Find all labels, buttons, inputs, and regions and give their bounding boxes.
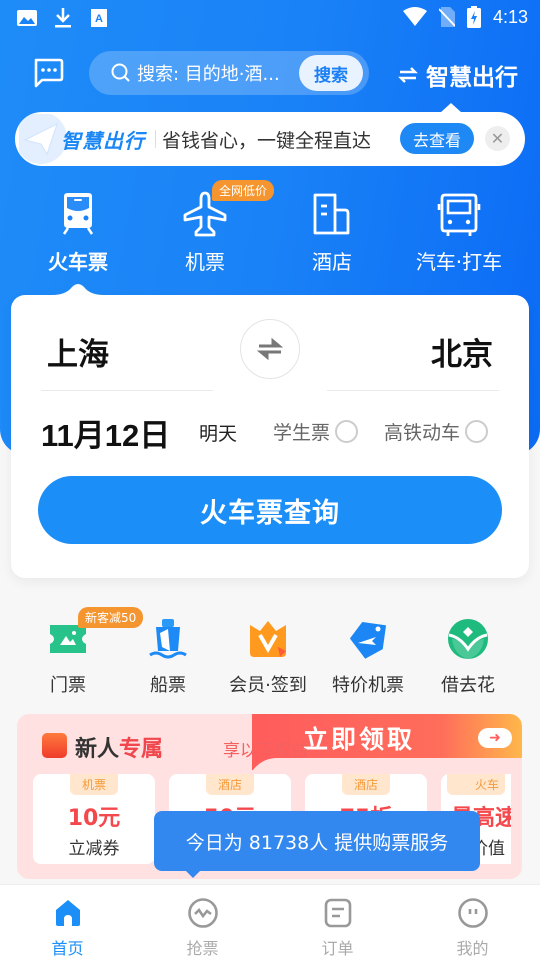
banner-brand: 智慧出行 [61, 129, 145, 153]
service-label: 门票 [50, 675, 86, 696]
active-tab-indicator [52, 284, 104, 295]
search-icon [111, 63, 130, 82]
hotel-icon [313, 193, 350, 235]
tab-bus-taxi[interactable]: 汽车·打车 [399, 180, 519, 275]
nav-home[interactable]: 首页 [0, 897, 135, 959]
smart-travel-banner[interactable]: 智慧出行 省钱省心，一键全程直达 去查看 ✕ [15, 112, 525, 166]
nav-grab-tickets[interactable]: 抢票 [135, 897, 270, 959]
tab-label: 机票 [185, 250, 225, 274]
banner-text: 省钱省心，一键全程直达 [162, 130, 372, 152]
nav-label: 首页 [51, 939, 84, 958]
search-input[interactable]: 搜索: 目的地·酒... 搜索 [89, 51, 369, 95]
coupon-tag: 酒店 [205, 774, 254, 795]
nav-label: 订单 [321, 939, 354, 958]
ship-icon [149, 619, 187, 659]
nav-profile[interactable]: 我的 [405, 897, 540, 959]
banner-view-button[interactable]: 去查看 [400, 123, 474, 154]
vip-crown-icon [250, 621, 286, 657]
search-button[interactable]: 搜索 [299, 55, 363, 91]
status-bar: A 4:13 [0, 0, 540, 36]
top-bar: 搜索: 目的地·酒... 搜索 智慧出行 [0, 50, 540, 96]
clock: 4:13 [492, 6, 528, 27]
font-icon: A [91, 9, 107, 27]
svg-text:A: A [95, 13, 103, 25]
student-ticket-radio[interactable] [335, 420, 359, 443]
tab-train[interactable]: 火车票 [18, 180, 138, 275]
coupon-desc: 立减券 [68, 839, 120, 859]
coupon-tag: 机票 [69, 774, 118, 795]
high-speed-radio[interactable] [465, 420, 489, 443]
battery-charging-icon [466, 6, 481, 28]
swap-icon [257, 338, 283, 360]
order-icon [324, 898, 351, 928]
train-icon [62, 193, 94, 235]
download-icon [55, 8, 71, 28]
service-label: 会员·签到 [229, 675, 307, 696]
service-ship[interactable]: 船票 [116, 605, 220, 697]
promo-title-highlight: 专属 [119, 737, 164, 762]
sprout-icon [448, 619, 488, 659]
tab-label: 酒店 [312, 250, 352, 274]
service-vip-checkin[interactable]: 会员·签到 [216, 605, 320, 697]
bus-icon [437, 193, 481, 236]
close-icon[interactable]: ✕ [485, 126, 510, 151]
low-price-badge: 全网低价 [212, 180, 275, 201]
student-ticket-option[interactable]: 学生票 [273, 418, 359, 445]
bottom-nav: 首页 抢票 订单 我的 [0, 884, 540, 960]
service-label: 借去花 [441, 675, 495, 696]
image-icon [17, 10, 37, 26]
from-underline [41, 390, 213, 391]
nav-label: 我的 [456, 939, 489, 958]
tab-hotel[interactable]: 酒店 [272, 180, 392, 275]
tab-label: 汽车·打车 [415, 250, 503, 274]
train-search-card: 上海 北京 11月12日 明天 学生票 高铁动车 火车票查询 [11, 295, 529, 578]
departure-date[interactable]: 11月12日 [41, 410, 170, 455]
arrow-right-icon[interactable]: ➜ [478, 728, 512, 748]
red-envelope-icon [42, 733, 67, 758]
option-label: 高铁动车 [384, 422, 461, 444]
claim-now-label[interactable]: 立即领取 [303, 720, 415, 756]
high-speed-option[interactable]: 高铁动车 [384, 418, 489, 445]
swap-cities-button[interactable] [240, 319, 300, 379]
nav-label: 抢票 [186, 939, 219, 958]
banner-divider [155, 130, 156, 148]
coupon-tag: 火车 [446, 774, 505, 795]
promo-subtitle: 享以下权益 [223, 741, 308, 761]
service-label: 船票 [150, 675, 186, 696]
swap-arrows-icon [398, 67, 418, 83]
to-city[interactable]: 北京 [431, 329, 493, 374]
coupon-card[interactable]: 机票 10元 立减券 [33, 774, 155, 864]
service-count-tooltip: 今日为 81738人 提供购票服务 [154, 811, 480, 871]
no-sim-icon [438, 7, 455, 27]
service-label: 特价机票 [332, 675, 404, 696]
flight-tag-icon [349, 622, 387, 659]
tab-label: 火车票 [48, 250, 108, 274]
category-tabs: 火车票 机票 全网低价 酒店 汽车·打车 [0, 180, 540, 290]
promo-title-main: 新人 [75, 737, 120, 762]
profile-icon [457, 898, 488, 928]
smart-travel-link[interactable]: 智慧出行 [398, 58, 518, 92]
to-underline [327, 390, 499, 391]
date-relative-label: 明天 [199, 423, 238, 445]
pulse-icon [187, 898, 218, 928]
promo-title: 新人专属 [75, 731, 163, 763]
option-label: 学生票 [273, 422, 331, 444]
message-icon[interactable] [32, 58, 64, 88]
coupon-tag: 酒店 [341, 774, 390, 795]
tooltip-tail [185, 870, 201, 878]
search-placeholder: 搜索: 目的地·酒... [137, 64, 280, 85]
coupon-amount: 10元 [67, 806, 121, 831]
service-cheap-flights[interactable]: 特价机票 [316, 605, 420, 697]
home-icon [55, 900, 80, 926]
smart-travel-label: 智慧出行 [426, 65, 518, 91]
from-city[interactable]: 上海 [47, 329, 109, 374]
service-grid: 门票 新客减50 船票 会员·签到 特价机票 借去花 [0, 605, 540, 700]
train-query-button[interactable]: 火车票查询 [38, 476, 502, 544]
service-jiequhua[interactable]: 借去花 [416, 605, 520, 697]
wifi-icon [402, 7, 427, 26]
nav-orders[interactable]: 订单 [270, 897, 405, 959]
